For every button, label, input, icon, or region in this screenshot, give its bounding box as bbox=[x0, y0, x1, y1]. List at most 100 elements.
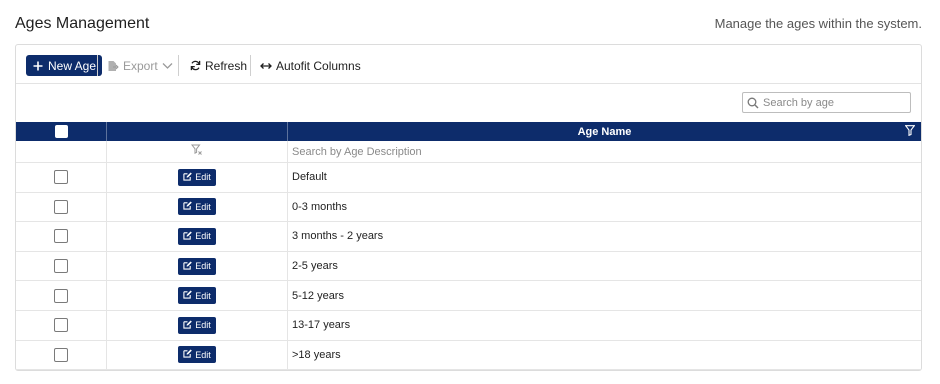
edit-label: Edit bbox=[195, 261, 211, 272]
row-name-cell: Default bbox=[288, 163, 921, 192]
search-icon bbox=[747, 97, 759, 109]
grid-header: Age Name bbox=[16, 122, 921, 141]
row-edit-cell: Edit bbox=[107, 251, 288, 281]
toolbar-divider bbox=[97, 55, 98, 76]
edit-button[interactable]: Edit bbox=[178, 168, 216, 186]
age-name: 13-17 years bbox=[292, 319, 351, 332]
header-name-cell[interactable]: Age Name bbox=[288, 122, 921, 141]
row-check-cell bbox=[16, 251, 107, 281]
row-check-cell bbox=[16, 310, 107, 340]
row-checkbox[interactable] bbox=[54, 288, 68, 303]
page-title: Ages Management bbox=[15, 15, 150, 32]
edit-button[interactable]: Edit bbox=[178, 287, 216, 305]
search-input[interactable] bbox=[763, 96, 903, 109]
search-box bbox=[742, 92, 911, 113]
age-description-filter-input[interactable] bbox=[292, 145, 921, 158]
refresh-button[interactable]: Refresh bbox=[189, 55, 247, 76]
edit-icon bbox=[183, 320, 193, 331]
select-all-checkbox[interactable] bbox=[54, 125, 68, 138]
row-check-cell bbox=[16, 281, 107, 310]
row-check-cell bbox=[16, 163, 107, 192]
chevron-down-icon bbox=[162, 60, 174, 72]
toolbar-divider bbox=[250, 55, 251, 76]
row-checkbox[interactable] bbox=[54, 259, 68, 274]
row-name-cell: 0-3 months bbox=[288, 193, 921, 222]
row-checkbox[interactable] bbox=[54, 347, 68, 362]
edit-button[interactable]: Edit bbox=[178, 227, 216, 245]
edit-label: Edit bbox=[195, 172, 211, 183]
age-name: >18 years bbox=[292, 348, 341, 361]
table-row: Edit >18 years bbox=[16, 340, 921, 371]
row-edit-cell: Edit bbox=[107, 192, 288, 222]
grid-body: Edit Default Edit 0-3 months Edit 3 months - … bbox=[16, 163, 921, 371]
page-subtitle: Manage the ages within the system. bbox=[714, 16, 922, 31]
row-name-cell: >18 years bbox=[288, 341, 921, 370]
refresh-label: Refresh bbox=[205, 58, 248, 73]
age-name: 5-12 years bbox=[292, 289, 344, 302]
age-name: 0-3 months bbox=[292, 200, 348, 213]
edit-button[interactable]: Edit bbox=[178, 346, 216, 364]
table-row: Edit 3 months - 2 years bbox=[16, 222, 921, 252]
edit-icon bbox=[183, 201, 193, 212]
table-row: Edit 2-5 years bbox=[16, 251, 921, 282]
edit-icon bbox=[183, 172, 193, 183]
row-edit-cell: Edit bbox=[107, 222, 288, 251]
row-check-cell bbox=[16, 340, 107, 370]
row-check-cell bbox=[16, 192, 107, 222]
autofit-columns-label: Autofit Columns bbox=[276, 58, 361, 73]
table-row: Edit 5-12 years bbox=[16, 281, 921, 311]
row-name-cell: 13-17 years bbox=[288, 311, 921, 340]
autofit-columns-button[interactable]: Autofit Columns bbox=[260, 55, 361, 76]
edit-label: Edit bbox=[195, 231, 211, 242]
edit-icon bbox=[183, 349, 193, 360]
filter-clear-cell bbox=[107, 141, 288, 162]
edit-label: Edit bbox=[195, 320, 211, 331]
filter-name-cell bbox=[288, 141, 921, 162]
edit-button[interactable]: Edit bbox=[178, 316, 216, 334]
edit-button[interactable]: Edit bbox=[178, 198, 216, 216]
edit-button[interactable]: Edit bbox=[178, 257, 216, 275]
table-row: Edit 0-3 months bbox=[16, 192, 921, 223]
edit-label: Edit bbox=[195, 349, 211, 360]
new-age-label: New Age bbox=[48, 58, 97, 73]
edit-icon bbox=[183, 290, 193, 301]
row-name-cell: 3 months - 2 years bbox=[288, 222, 921, 251]
export-label: Export bbox=[123, 58, 158, 73]
table-row: Edit 13-17 years bbox=[16, 310, 921, 341]
row-edit-cell: Edit bbox=[107, 281, 288, 310]
grid-panel: New Age Export Refresh Autofit Columns S… bbox=[15, 44, 922, 371]
data-grid: Age Name Edit Default Edit 0-3 months Edit 3 … bbox=[16, 122, 921, 371]
row-checkbox[interactable] bbox=[54, 199, 68, 214]
row-edit-cell: Edit bbox=[107, 340, 288, 370]
new-age-button[interactable]: New Age bbox=[26, 55, 103, 76]
header-edit-cell bbox=[107, 122, 288, 141]
header-check-cell bbox=[16, 122, 107, 141]
row-checkbox[interactable] bbox=[54, 170, 68, 185]
toolbar: New Age Export Refresh Autofit Columns bbox=[16, 45, 921, 84]
row-checkbox[interactable] bbox=[54, 318, 68, 333]
column-header-age-name: Age Name bbox=[577, 125, 632, 138]
filter-row bbox=[16, 141, 921, 163]
filter-icon[interactable] bbox=[904, 125, 916, 139]
age-name: 2-5 years bbox=[292, 260, 338, 273]
edit-label: Edit bbox=[195, 290, 211, 301]
row-check-cell bbox=[16, 222, 107, 251]
file-export-icon bbox=[107, 60, 119, 72]
row-edit-cell: Edit bbox=[107, 163, 288, 192]
refresh-icon bbox=[189, 60, 201, 72]
arrows-horizontal-icon bbox=[260, 60, 272, 72]
edit-icon bbox=[183, 261, 193, 272]
export-button[interactable]: Export bbox=[107, 55, 174, 76]
age-name: 3 months - 2 years bbox=[292, 230, 384, 243]
plus-icon bbox=[32, 60, 44, 72]
toolbar-divider bbox=[178, 55, 179, 76]
table-row: Edit Default bbox=[16, 163, 921, 193]
edit-icon bbox=[183, 231, 193, 242]
row-name-cell: 5-12 years bbox=[288, 281, 921, 310]
age-name: Default bbox=[292, 171, 327, 184]
row-checkbox[interactable] bbox=[54, 229, 68, 244]
clear-filter-icon[interactable] bbox=[190, 144, 203, 159]
row-edit-cell: Edit bbox=[107, 310, 288, 340]
row-name-cell: 2-5 years bbox=[288, 252, 921, 281]
filter-check-cell bbox=[16, 141, 107, 162]
